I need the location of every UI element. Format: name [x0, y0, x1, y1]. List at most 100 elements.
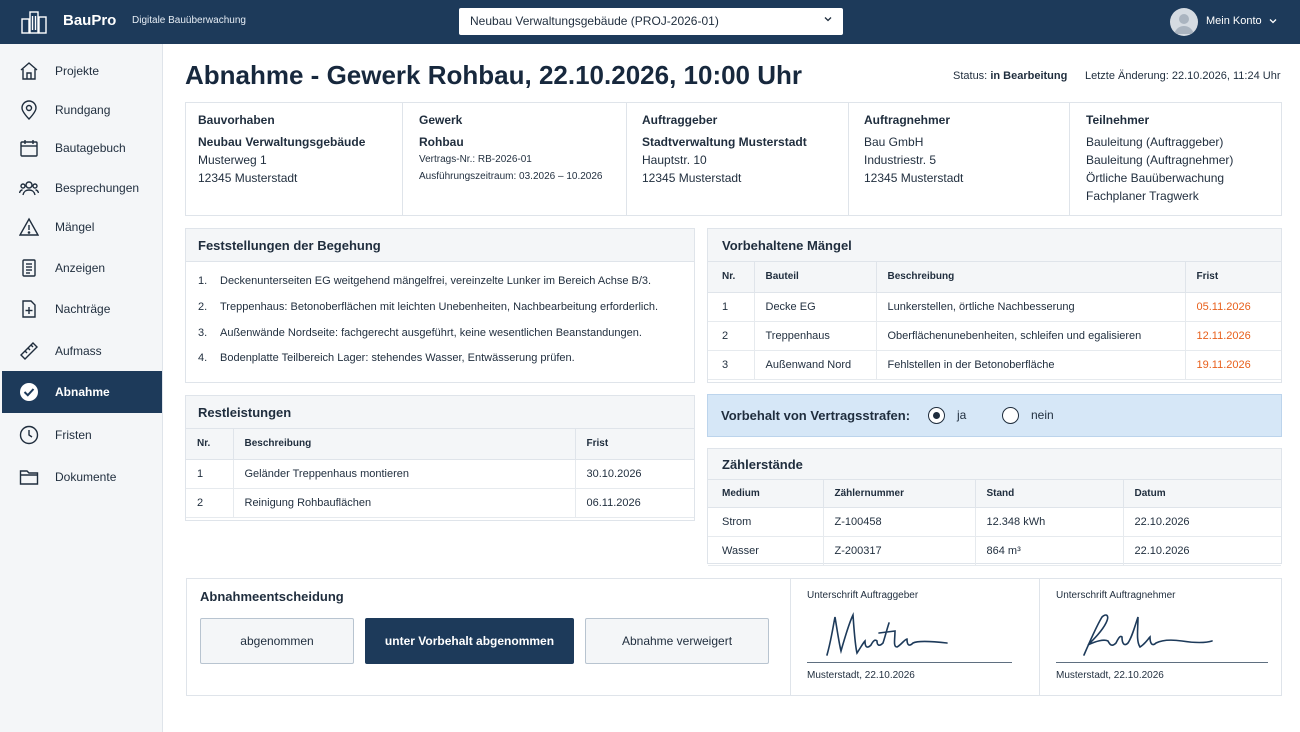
- sidebar-item-besprechungen[interactable]: Besprechungen: [2, 167, 162, 209]
- info-heading: Bauvorhaben: [198, 113, 275, 127]
- accepted-button[interactable]: abgenommen: [200, 618, 354, 664]
- participant-item: Fachplaner Tragwerk: [1086, 189, 1199, 203]
- table-row[interactable]: 3 Außenwand Nord Fehlstellen in der Betono…: [708, 350, 1281, 380]
- rest-heading: Restleistungen: [186, 396, 694, 429]
- participant-item: Bauleitung (Auftraggeber): [1086, 135, 1224, 149]
- info-period: Ausführungszeitraum: 03.2026 – 10.2026: [419, 171, 603, 182]
- cell: Z-200317: [823, 536, 976, 566]
- sidebar-item-label: Nachträge: [55, 302, 111, 316]
- due-date: 12.11.2026: [1185, 321, 1281, 351]
- cell: 12.348 kWh: [975, 507, 1124, 537]
- sidebar-item-rundgang[interactable]: Rundgang: [2, 89, 162, 131]
- cell: 2: [708, 321, 755, 351]
- column-header[interactable]: Medium: [708, 480, 824, 508]
- building-logo-icon: [21, 11, 47, 34]
- sidebar-item-dokumente[interactable]: Dokumente: [2, 456, 162, 498]
- findings-card: Feststellungen der Begehung 1. Deckenunte…: [185, 228, 695, 383]
- info-auftraggeber: Auftraggeber Stadtverwaltung Musterstadt…: [627, 103, 849, 215]
- finding-text: Außenwände Nordseite: fachgerecht ausgef…: [220, 327, 642, 339]
- column-header[interactable]: Nr.: [186, 429, 234, 460]
- table-row[interactable]: 1 Geländer Treppenhaus montieren 30.10.202…: [186, 459, 694, 489]
- project-select-value: Neubau Verwaltungsgebäude (PROJ-2026-01): [470, 14, 719, 28]
- info-heading: Gewerk: [419, 113, 463, 127]
- column-header[interactable]: Beschreibung: [876, 262, 1186, 293]
- finding-item: 3. Außenwände Nordseite: fachgerecht ausg…: [198, 327, 642, 339]
- calendar-icon: [20, 140, 38, 157]
- cell: Treppenhaus: [754, 321, 877, 351]
- cell: Oberflächenunebenheiten, schleifen und e…: [876, 321, 1186, 351]
- radio-label-nein[interactable]: nein: [1031, 408, 1054, 422]
- info-name: Stadtverwaltung Musterstadt: [642, 135, 807, 149]
- sidebar-item-label: Besprechungen: [55, 181, 140, 195]
- sidebar-item-nachtraege[interactable]: Nachträge: [2, 288, 162, 330]
- project-select[interactable]: Neubau Verwaltungsgebäude (PROJ-2026-01): [459, 8, 843, 35]
- meters-heading: Zählerstände: [708, 449, 1281, 480]
- column-header[interactable]: Frist: [575, 429, 694, 460]
- status-value: in Bearbeitung: [990, 70, 1068, 82]
- cell: Reinigung Rohbauflächen: [233, 488, 576, 518]
- account-menu[interactable]: Mein Konto: [1206, 15, 1262, 27]
- table-header-row: Medium Zählernummer Stand Datum: [708, 480, 1281, 508]
- sidebar-item-label: Abnahme: [55, 385, 110, 399]
- sidebar-item-abnahme[interactable]: Abnahme: [2, 371, 162, 413]
- sidebar-item-projekte[interactable]: Projekte: [2, 50, 162, 92]
- signature-client: Unterschrift Auftraggeber Musterstadt, 2…: [790, 579, 1039, 695]
- table-row[interactable]: Wasser Z-200317 864 m³ 22.10.2026: [708, 536, 1281, 566]
- radio-label-ja[interactable]: ja: [957, 408, 966, 422]
- info-street: Musterweg 1: [198, 153, 267, 167]
- sidebar-item-aufmass[interactable]: Aufmass: [2, 330, 162, 372]
- sidebar-item-label: Dokumente: [55, 470, 117, 484]
- table-row[interactable]: Strom Z-100458 12.348 kWh 22.10.2026: [708, 507, 1281, 537]
- info-street: Industriestr. 5: [864, 153, 937, 167]
- column-header[interactable]: Datum: [1123, 480, 1281, 508]
- column-header[interactable]: Zählernummer: [823, 480, 976, 508]
- chevron-down-icon[interactable]: [1268, 16, 1278, 26]
- signature-contractor-image: [1083, 614, 1213, 656]
- rest-table: Nr. Beschreibung Frist 1 Geländer Treppen…: [186, 429, 694, 518]
- sidebar-item-bautagebuch[interactable]: Bautagebuch: [2, 127, 162, 169]
- sidebar-item-fristen[interactable]: Fristen: [2, 414, 162, 456]
- column-header[interactable]: Frist: [1185, 262, 1281, 293]
- cell: 1: [186, 459, 234, 489]
- sidebar-item-maengel[interactable]: Mängel: [2, 206, 162, 248]
- due-date: 19.11.2026: [1185, 350, 1281, 380]
- check-circle-icon: [20, 383, 38, 401]
- page-title: Abnahme - Gewerk Rohbau, 22.10.2026, 10:…: [185, 60, 803, 90]
- avatar[interactable]: [1170, 8, 1198, 36]
- defects-heading: Vorbehaltene Mängel: [708, 229, 1281, 262]
- column-header[interactable]: Stand: [975, 480, 1124, 508]
- finding-item: 2. Treppenhaus: Betonoberflächen mit leic…: [198, 301, 658, 313]
- sidebar-item-label: Mängel: [55, 220, 95, 234]
- table-row[interactable]: 1 Decke EG Lunkerstellen, örtliche Nachbes…: [708, 292, 1281, 322]
- sidebar-item-label: Bautagebuch: [55, 141, 126, 155]
- meters-card: Zählerstände Medium Zählernummer Stand D…: [707, 448, 1282, 566]
- penalty-reservation: Vorbehalt von Vertragsstrafen: ja nein: [707, 394, 1282, 437]
- cell: Decke EG: [754, 292, 877, 322]
- table-row[interactable]: 2 Treppenhaus Oberflächenunebenheiten, sch…: [708, 321, 1281, 351]
- finding-number: 1.: [198, 275, 208, 287]
- column-header[interactable]: Bauteil: [754, 262, 877, 293]
- cell: Strom: [708, 507, 824, 537]
- app-name[interactable]: BauPro: [63, 12, 116, 29]
- radio-ja[interactable]: [928, 407, 945, 424]
- column-header[interactable]: Nr.: [708, 262, 755, 293]
- cell: 3: [708, 350, 755, 380]
- table-row[interactable]: 2 Reinigung Rohbauflächen 06.11.2026: [186, 488, 694, 518]
- cell: Fehlstellen in der Betonoberfläche: [876, 350, 1186, 380]
- refused-button[interactable]: Abnahme verweigert: [585, 618, 769, 664]
- warning-icon: [19, 217, 39, 236]
- finding-number: 4.: [198, 352, 208, 364]
- project-info-box: Bauvorhaben Neubau Verwaltungsgebäude Mu…: [185, 102, 1282, 216]
- add-document-icon: [22, 300, 36, 318]
- cell: Außenwand Nord: [754, 350, 877, 380]
- radio-nein[interactable]: [1002, 407, 1019, 424]
- column-header[interactable]: Beschreibung: [233, 429, 576, 460]
- accepted-with-reservation-button[interactable]: unter Vorbehalt abgenommen: [365, 618, 574, 664]
- sidebar-item-anzeigen[interactable]: Anzeigen: [2, 247, 162, 289]
- chevron-down-icon: [824, 17, 832, 22]
- decision-heading: Abnahmeentscheidung: [200, 589, 344, 604]
- signature-label: Unterschrift Auftraggeber: [807, 590, 919, 601]
- info-street: Hauptstr. 10: [642, 153, 707, 167]
- location-pin-icon: [21, 100, 37, 120]
- info-gewerk: Gewerk Rohbau Vertrags-Nr.: RB-2026-01 A…: [403, 103, 627, 215]
